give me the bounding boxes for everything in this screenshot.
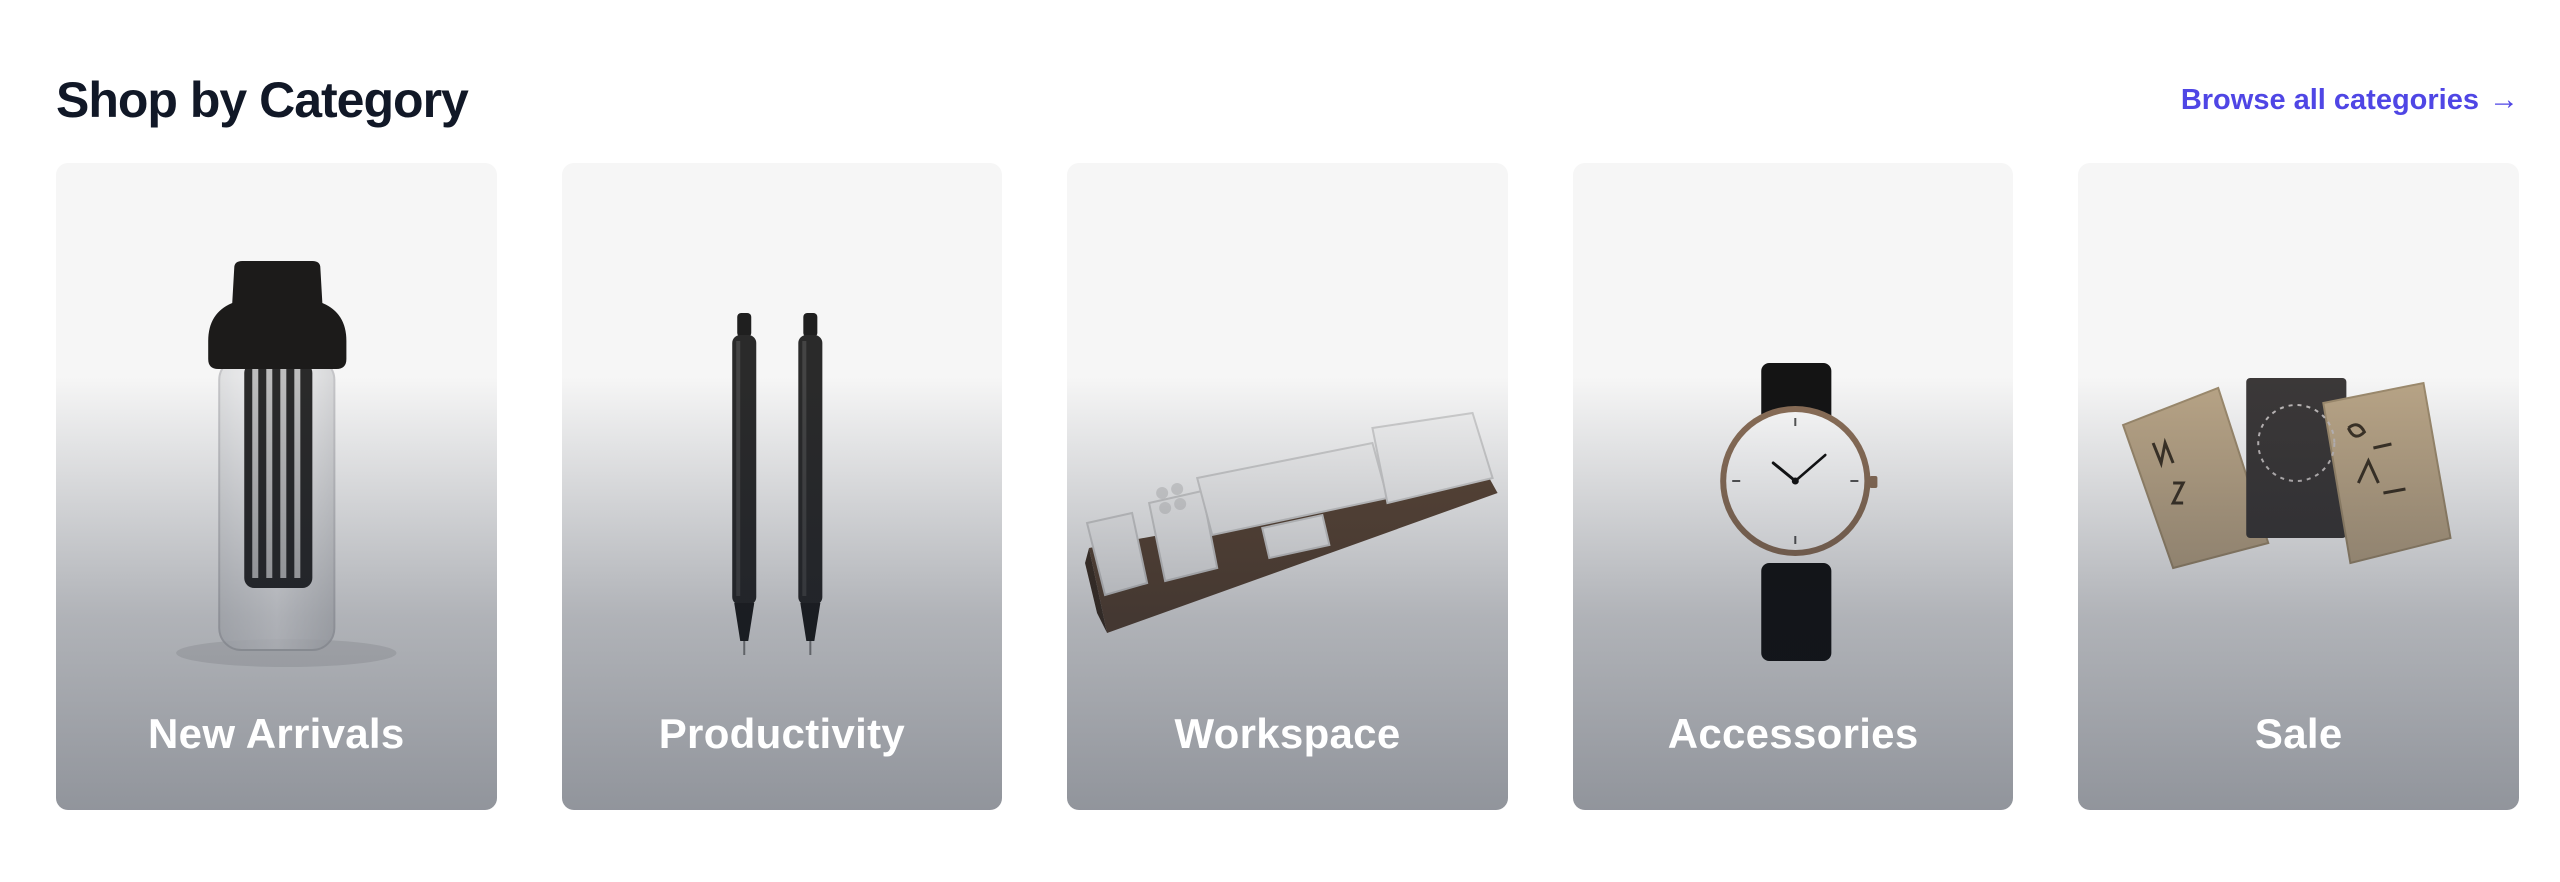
browse-all-categories-link[interactable]: Browse all categories → <box>2181 84 2519 117</box>
category-label: Sale <box>2254 710 2343 757</box>
browse-link-label: Browse all categories <box>2180 83 2479 116</box>
category-label: Productivity <box>658 710 906 757</box>
category-card-accessories[interactable]: Accessories <box>1572 163 2014 810</box>
category-label: Accessories <box>1667 710 1919 757</box>
category-label: Workspace <box>1174 710 1401 757</box>
category-card-new-arrivals[interactable]: New Arrivals <box>56 163 497 810</box>
category-label: New Arrivals <box>148 710 405 757</box>
section-title: Shop by Category <box>56 72 469 128</box>
category-grid: New Arrivals Productivity Workspace Acce… <box>56 163 2519 810</box>
category-card-workspace[interactable]: Workspace <box>1067 163 1508 810</box>
arrow-right-icon: → <box>2489 83 2519 116</box>
category-card-sale[interactable]: Sale <box>2078 163 2519 810</box>
category-card-productivity[interactable]: Productivity <box>561 163 1003 810</box>
category-section-header: Shop by Category Browse all categories → <box>56 60 2519 140</box>
